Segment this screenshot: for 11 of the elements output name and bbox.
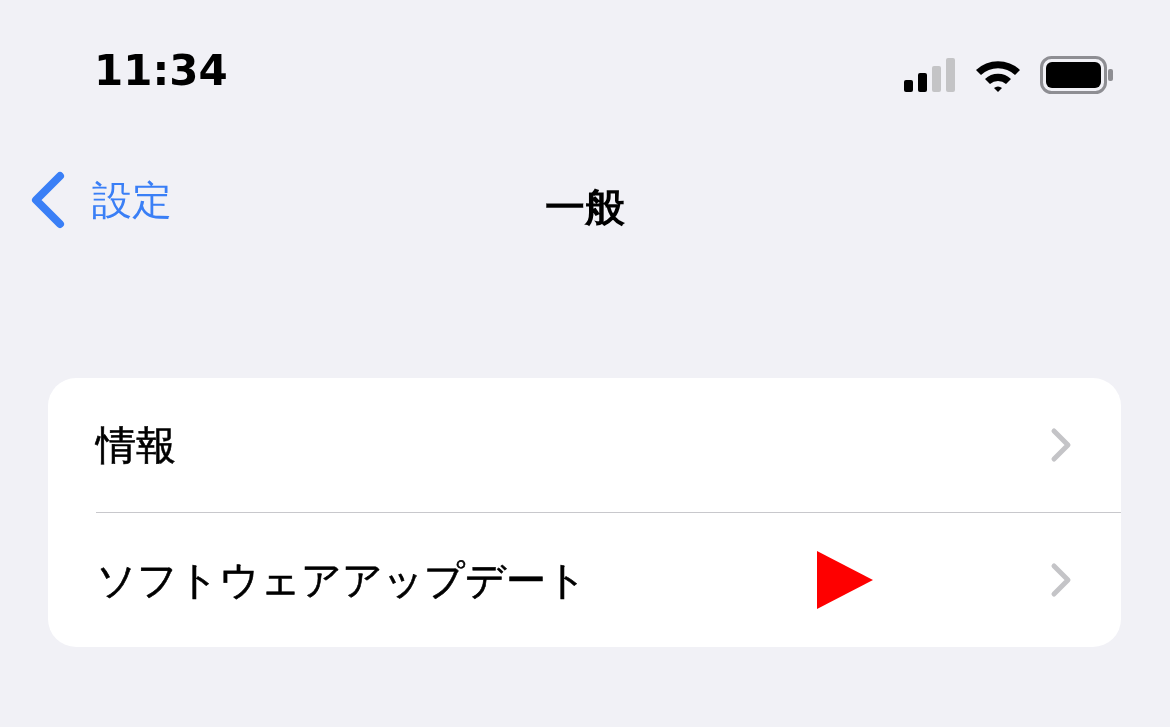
- settings-row[interactable]: ソフトウェアアップデート: [96, 513, 1121, 647]
- row-label: ソフトウェアアップデート: [96, 555, 588, 605]
- chevron-icon: [1049, 562, 1073, 598]
- status-time: 11:34: [94, 50, 228, 92]
- page-title: 一般: [545, 183, 625, 232]
- chevron-icon: [1049, 427, 1073, 463]
- battery-icon: [1040, 56, 1114, 94]
- settings-row[interactable]: 情報: [96, 378, 1121, 512]
- row-label: 情報: [96, 420, 177, 470]
- wifi-icon: [974, 58, 1022, 92]
- signal-icon: [904, 58, 956, 92]
